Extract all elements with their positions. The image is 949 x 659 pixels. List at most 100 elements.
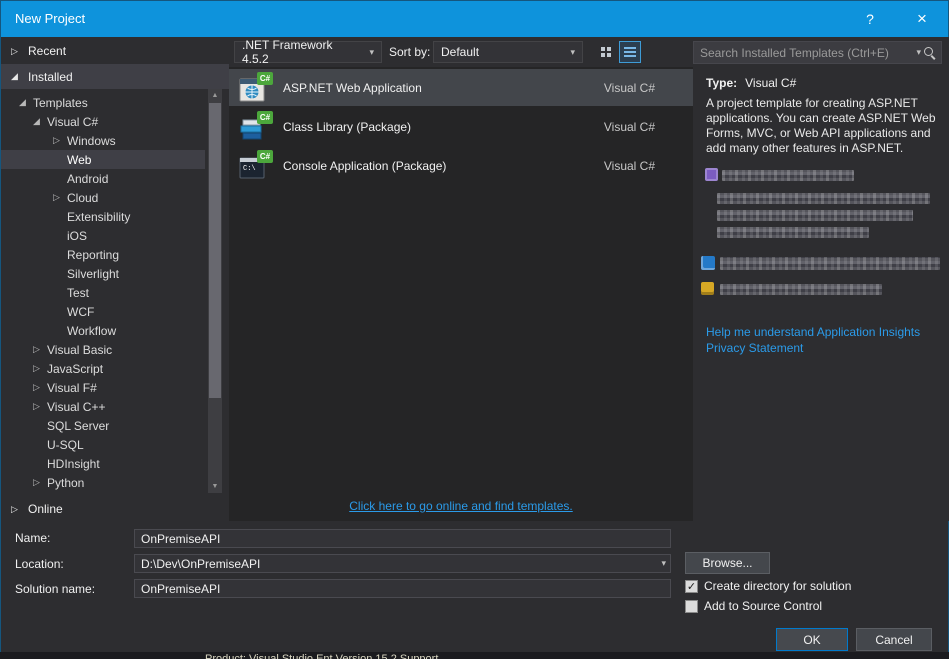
csharp-badge-icon: C# [257, 110, 273, 124]
csharp-badge-icon: C# [257, 71, 273, 85]
tree-item-visual-csharp[interactable]: Visual C# [1, 112, 205, 131]
background-window-strip: Product: Visual Studio Ent Version 15.2 … [0, 652, 949, 659]
list-view-button[interactable] [619, 41, 641, 63]
tree-item-ios[interactable]: iOS [1, 226, 205, 245]
solution-name-input[interactable] [134, 579, 671, 598]
redacted-text [717, 193, 930, 204]
sidebar-item-installed[interactable]: Installed [1, 64, 229, 89]
tree-item-reporting[interactable]: Reporting [1, 245, 205, 264]
expand-arrow-icon[interactable] [11, 71, 25, 82]
tree-item-visual-basic[interactable]: Visual Basic [1, 340, 205, 359]
framework-dropdown[interactable]: .NET Framework 4.5.2 ▾ [234, 38, 382, 66]
tree-item-visual-cpp[interactable]: Visual C++ [1, 397, 205, 416]
template-type-line: Type: Visual C# [706, 76, 796, 90]
tree-item-u-sql[interactable]: U-SQL [1, 435, 205, 454]
expand-arrow-icon[interactable] [19, 97, 33, 108]
name-label: Name: [15, 531, 51, 545]
console-application-icon: C:\ C# [239, 149, 273, 182]
svg-text:C:\: C:\ [243, 165, 256, 173]
location-combo: ▾ [134, 554, 671, 573]
tree-item-web[interactable]: Web [1, 150, 205, 169]
template-name: Class Library (Package) [283, 119, 412, 134]
collapse-arrow-icon[interactable] [33, 477, 47, 488]
location-input[interactable] [134, 554, 671, 573]
tree-item-templates[interactable]: Templates [1, 93, 205, 112]
tree-item-extensibility[interactable]: Extensibility [1, 207, 205, 226]
tree-item-windows[interactable]: Windows [1, 131, 205, 150]
collapse-arrow-icon[interactable] [33, 382, 47, 393]
tree-item-hdinsight[interactable]: HDInsight [1, 454, 205, 473]
collapse-arrow-icon[interactable] [33, 344, 47, 355]
redacted-account-icon [701, 256, 715, 270]
template-language: Visual C# [603, 119, 655, 134]
collapse-arrow-icon[interactable] [53, 135, 67, 146]
search-icon[interactable] [921, 45, 937, 61]
template-item-aspnet-web-application[interactable]: C# ASP.NET Web Application Visual C# [229, 69, 693, 106]
scrollbar-thumb[interactable] [209, 103, 221, 398]
tree-item-javascript[interactable]: JavaScript [1, 359, 205, 378]
redacted-text [717, 227, 869, 238]
sort-dropdown[interactable]: Default ▾ [433, 41, 583, 63]
template-item-console-application-package[interactable]: C:\ C# Console Application (Package) Vis… [229, 147, 693, 184]
application-insights-help-link[interactable]: Help me understand Application Insights [706, 325, 920, 339]
tree-item-cloud[interactable]: Cloud [1, 188, 205, 207]
redacted-app-icon [705, 168, 718, 181]
tree-scrollbar[interactable]: ▲ ▼ [208, 89, 222, 493]
location-dropdown-icon[interactable]: ▾ [661, 558, 666, 569]
chevron-down-icon: ▾ [369, 46, 374, 57]
template-item-class-library-package[interactable]: C# Class Library (Package) Visual C# [229, 108, 693, 145]
checkbox-checked-icon[interactable]: ✓ [685, 579, 698, 593]
create-directory-checkbox[interactable]: ✓ Create directory for solution [685, 579, 851, 593]
sort-value: Default [441, 45, 480, 59]
redacted-text [720, 284, 882, 295]
tree-item-sql-server[interactable]: SQL Server [1, 416, 205, 435]
scroll-up-icon[interactable]: ▲ [208, 89, 222, 102]
tree-item-visual-fsharp[interactable]: Visual F# [1, 378, 205, 397]
checkbox-unchecked-icon[interactable] [685, 599, 698, 613]
tree-item-wcf[interactable]: WCF [1, 302, 205, 321]
name-input[interactable] [134, 529, 671, 548]
location-label: Location: [15, 557, 64, 571]
installed-label: Installed [28, 69, 73, 84]
close-button[interactable]: × [904, 1, 940, 37]
search-input[interactable] [694, 45, 909, 60]
collapse-arrow-icon[interactable] [53, 192, 67, 203]
tree-item-workflow[interactable]: Workflow [1, 321, 205, 340]
tree-item-test[interactable]: Test [1, 283, 205, 302]
online-label: Online [28, 502, 63, 516]
tree-item-silverlight[interactable]: Silverlight [1, 264, 205, 283]
type-value: Visual C# [745, 76, 797, 90]
collapse-arrow-icon[interactable] [33, 401, 47, 412]
add-source-control-checkbox[interactable]: Add to Source Control [685, 599, 822, 613]
find-templates-online-link[interactable]: Click here to go online and find templat… [229, 499, 693, 513]
browse-button[interactable]: Browse... [685, 552, 770, 574]
cancel-button[interactable]: Cancel [856, 628, 932, 651]
tree-item-python[interactable]: Python [1, 473, 205, 492]
collapse-arrow-icon[interactable] [33, 363, 47, 374]
template-name: ASP.NET Web Application [283, 80, 422, 95]
sortby-label: Sort by: [389, 45, 431, 59]
scroll-down-icon[interactable]: ▼ [208, 480, 222, 493]
template-category-tree: Templates Visual C# Windows Web Android … [1, 93, 229, 493]
sidebar: Recent Installed Templates Visual C# Win… [1, 37, 229, 521]
expand-arrow-icon[interactable] [33, 116, 47, 127]
collapse-arrow-icon[interactable] [11, 504, 25, 515]
chevron-down-icon: ▾ [570, 46, 575, 57]
tree-item-android[interactable]: Android [1, 169, 205, 188]
sidebar-item-online[interactable]: Online [1, 497, 229, 521]
add-source-control-label: Add to Source Control [704, 599, 823, 613]
create-directory-label: Create directory for solution [704, 579, 852, 593]
recent-label: Recent [28, 44, 67, 58]
class-library-icon: C# [239, 110, 273, 143]
privacy-statement-link[interactable]: Privacy Statement [706, 341, 803, 355]
ok-button[interactable]: OK [776, 628, 848, 651]
help-button[interactable]: ? [854, 1, 886, 37]
titlebar[interactable]: New Project ? × [1, 1, 948, 37]
small-icons-view-button[interactable] [595, 41, 617, 63]
redacted-text [717, 210, 913, 221]
list-toolbar: .NET Framework 4.5.2 ▾ Sort by: Default … [229, 37, 949, 67]
sidebar-item-recent[interactable]: Recent [1, 39, 229, 63]
project-form: Name: Location: ▾ Browse... Solution nam… [1, 521, 948, 652]
background-clipped-text: Product: Visual Studio Ent Version 15.2 … [205, 653, 439, 659]
collapse-arrow-icon[interactable] [11, 46, 25, 57]
